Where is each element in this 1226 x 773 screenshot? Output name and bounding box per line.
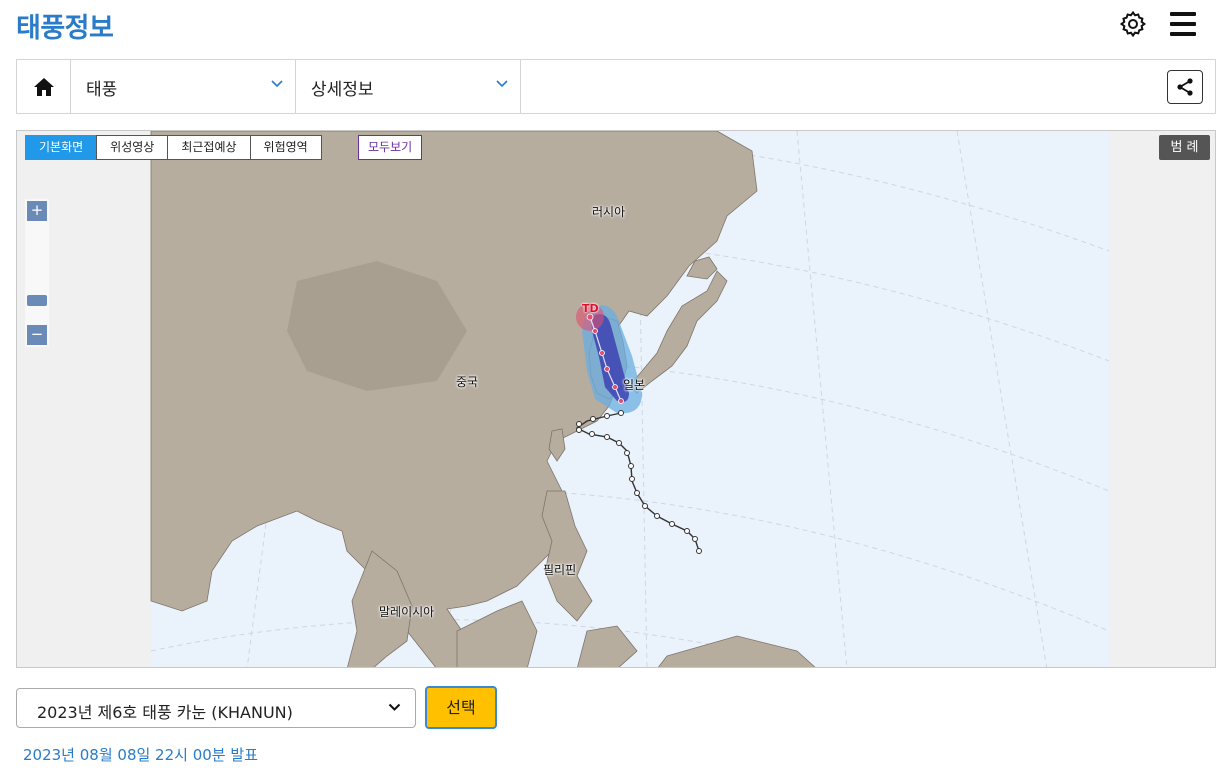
home-button[interactable] [17,60,71,113]
label-china: 중국 [456,375,479,389]
typhoon-select-value: 2023년 제6호 태풍 카눈 (KHANUN) [37,703,293,722]
share-icon [1177,78,1193,96]
storm-status-label: TD [582,302,599,315]
tab-danger-zone[interactable]: 위험영역 [249,135,322,160]
hamburger-menu-icon[interactable] [1168,10,1198,38]
label-russia: 러시아 [592,205,626,219]
tab-closest-approach[interactable]: 최근접예상 [167,135,251,160]
category-dropdown-label: 태풍 [86,80,118,100]
chevron-down-icon [388,703,401,711]
zoom-in-button[interactable]: + [27,201,47,221]
chevron-down-icon [271,80,283,88]
gear-icon[interactable] [1117,8,1149,40]
select-button[interactable]: 선택 [425,686,497,729]
zoom-handle[interactable] [27,295,47,306]
legend-button[interactable]: 범 례 [1159,135,1210,160]
label-philippines: 필리핀 [543,563,577,577]
home-icon [33,77,54,96]
map-view-tabs: 기본화면 위성영상 최근접예상 위험영역 [25,135,322,160]
tab-satellite[interactable]: 위성영상 [96,135,169,160]
typhoon-select[interactable]: 2023년 제6호 태풍 카눈 (KHANUN) [16,688,416,728]
subcategory-dropdown[interactable]: 상세정보 [296,60,521,113]
top-bar: 태풍정보 [0,0,1226,56]
category-dropdown[interactable]: 태풍 [71,60,296,113]
page-title: 태풍정보 [16,13,114,44]
typhoon-map[interactable]: 기본화면 위성영상 최근접예상 위험영역 모두보기 범 례 + − 러시아 중국… [16,130,1216,668]
label-malaysia: 말레이시아 [379,605,435,619]
chevron-down-icon [496,80,508,88]
announcement-time: 2023년 08월 08일 22시 00분 발표 [23,746,258,764]
navigation-bar: 태풍 상세정보 [16,59,1216,114]
tab-basic-view[interactable]: 기본화면 [25,135,98,160]
subcategory-dropdown-label: 상세정보 [311,80,374,100]
zoom-out-button[interactable]: − [27,325,47,345]
zoom-slider[interactable]: + − [25,199,49,347]
share-button[interactable] [1167,70,1203,104]
label-japan: 일본 [623,378,646,392]
show-all-button[interactable]: 모두보기 [358,135,423,160]
